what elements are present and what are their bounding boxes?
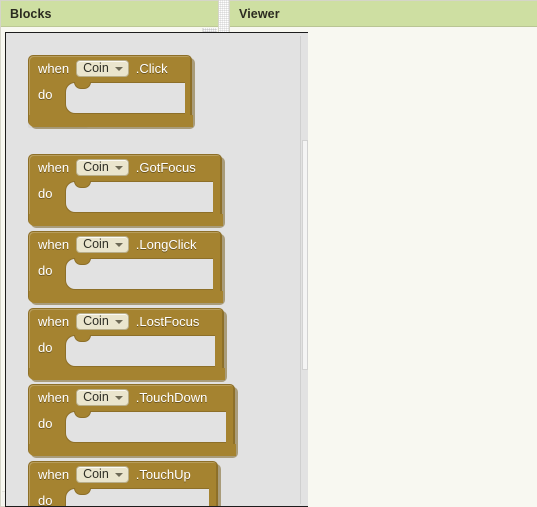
event-block[interactable]: when Coin .LongClick do	[28, 231, 225, 305]
component-dropdown-label: Coin	[83, 390, 109, 405]
connector-notch	[74, 335, 91, 342]
viewer-panel-title: Viewer	[239, 6, 280, 21]
block-event-name: .LostFocus	[135, 314, 200, 329]
block-statement-row: do	[29, 334, 225, 380]
block-keyword-when: when	[38, 467, 70, 482]
chevron-down-icon[interactable]	[114, 319, 123, 324]
block-keyword-when: when	[38, 61, 70, 76]
block-header-row: when Coin .Click	[29, 56, 191, 81]
block-event-name: .TouchUp	[135, 467, 191, 482]
event-block[interactable]: when Coin .GotFocus do	[28, 154, 225, 228]
block-keyword-do: do	[38, 340, 53, 355]
viewer-panel-header: Viewer	[230, 1, 537, 27]
connector-notch	[74, 82, 91, 89]
block-footer	[29, 368, 225, 380]
blocks-workspace[interactable]: when Coin .Click do when Coin .GotFocus do when C…	[6, 33, 308, 506]
block-header-row: when Coin .LongClick	[29, 232, 221, 257]
block-keyword-when: when	[38, 390, 70, 405]
block-body[interactable]: when Coin .Click do	[28, 55, 193, 127]
component-dropdown-label: Coin	[83, 467, 109, 482]
block-header-row: when Coin .TouchDown	[29, 385, 234, 410]
block-keyword-do: do	[38, 493, 53, 507]
block-keyword-when: when	[38, 314, 70, 329]
workspace-vertical-scrollbar[interactable]	[300, 36, 308, 504]
component-dropdown[interactable]: Coin	[76, 389, 129, 406]
block-event-name: .TouchDown	[135, 390, 208, 405]
block-statement-row: do	[29, 410, 236, 456]
block-body[interactable]: when Coin .LostFocus do	[28, 308, 225, 380]
component-dropdown[interactable]: Coin	[76, 159, 129, 176]
block-body[interactable]: when Coin .TouchDown do	[28, 384, 236, 456]
block-event-name: .GotFocus	[135, 160, 196, 175]
statement-socket[interactable]	[65, 82, 185, 114]
statement-socket[interactable]	[65, 335, 215, 367]
statement-socket[interactable]	[65, 488, 209, 506]
chevron-down-icon[interactable]	[114, 395, 123, 400]
statement-socket[interactable]	[65, 411, 226, 443]
statement-socket[interactable]	[65, 258, 213, 290]
block-footer	[29, 291, 223, 303]
component-dropdown[interactable]: Coin	[76, 236, 129, 253]
block-statement-row: do	[29, 487, 217, 507]
component-dropdown[interactable]: Coin	[76, 313, 129, 330]
component-dropdown[interactable]: Coin	[76, 60, 129, 77]
block-keyword-do: do	[38, 416, 53, 431]
event-block[interactable]: when Coin .Click do	[28, 55, 195, 129]
block-keyword-when: when	[38, 237, 70, 252]
block-body[interactable]: when Coin .GotFocus do	[28, 154, 223, 226]
component-dropdown-label: Coin	[83, 314, 109, 329]
event-block[interactable]: when Coin .LostFocus do	[28, 308, 227, 382]
block-event-name: .Click	[135, 61, 168, 76]
blocks-workspace-frame: when Coin .Click do when Coin .GotFocus do when C…	[5, 32, 308, 507]
block-keyword-when: when	[38, 160, 70, 175]
event-block[interactable]: when Coin .TouchDown do	[28, 384, 238, 458]
connector-notch	[74, 411, 91, 418]
block-footer	[29, 214, 223, 226]
block-body[interactable]: when Coin .LongClick do	[28, 231, 223, 303]
connector-notch	[74, 181, 91, 188]
block-header-row: when Coin .LostFocus	[29, 309, 223, 334]
block-footer	[29, 444, 236, 456]
connector-notch	[74, 258, 91, 265]
block-statement-row: do	[29, 257, 223, 303]
block-header-row: when Coin .GotFocus	[29, 155, 221, 180]
block-header-row: when Coin .TouchUp	[29, 462, 217, 487]
statement-socket[interactable]	[65, 181, 213, 213]
block-footer	[29, 115, 193, 127]
app-root: Blocks Built-inControlLogicMathTextLists…	[0, 0, 537, 507]
block-event-name: .LongClick	[135, 237, 197, 252]
block-body[interactable]: when Coin .TouchUp do	[28, 461, 218, 507]
component-dropdown-label: Coin	[83, 61, 109, 76]
block-statement-row: do	[29, 81, 193, 127]
connector-notch	[74, 488, 91, 495]
blocks-panel-header: Blocks	[1, 1, 218, 27]
chevron-down-icon[interactable]	[114, 66, 123, 71]
event-block[interactable]: when Coin .TouchUp do	[28, 461, 221, 507]
component-dropdown-label: Coin	[83, 160, 109, 175]
component-dropdown-label: Coin	[83, 237, 109, 252]
block-keyword-do: do	[38, 186, 53, 201]
blocks-panel-title: Blocks	[10, 6, 52, 21]
block-keyword-do: do	[38, 87, 53, 102]
block-keyword-do: do	[38, 263, 53, 278]
component-dropdown[interactable]: Coin	[76, 466, 129, 483]
block-statement-row: do	[29, 180, 223, 226]
scrollbar-thumb[interactable]	[302, 140, 308, 370]
chevron-down-icon[interactable]	[114, 242, 123, 247]
chevron-down-icon[interactable]	[114, 472, 123, 477]
chevron-down-icon[interactable]	[114, 165, 123, 170]
